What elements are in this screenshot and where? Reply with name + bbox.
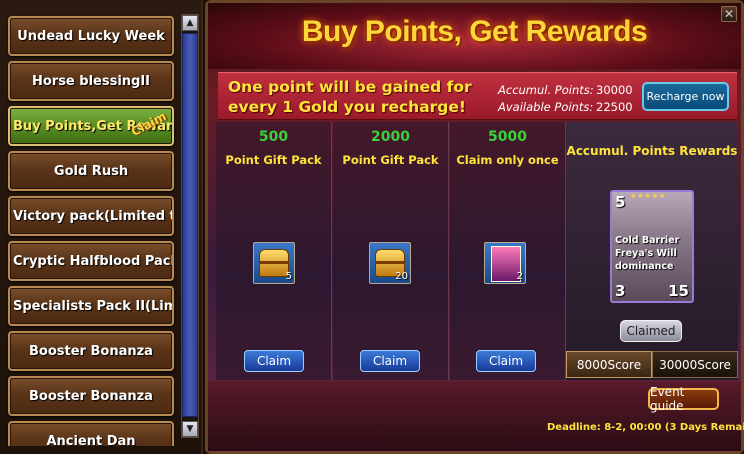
sidebar-item-label: Undead Lucky Week (17, 28, 165, 44)
accumul-value: 30000 (596, 83, 633, 97)
info-text: One point will be gained for every 1 Gol… (228, 77, 498, 117)
available-points: Available Points: 22500 (498, 100, 633, 114)
title-banner: Buy Points, Get Rewards ✕ (208, 3, 741, 69)
panel-footer: Event guide Deadline: 8-2, 00:00 (3 Days… (208, 381, 744, 451)
sidebar-item-label: Victory pack(Limited ti... (13, 208, 172, 224)
reward-label: Point Gift Pack (342, 153, 439, 167)
card-icon[interactable]: 2 (484, 242, 526, 284)
sidebar-item-label: Cryptic Halfblood Pack... (13, 253, 172, 269)
event-list: Undead Lucky Week Horse blessingII Buy P… (6, 14, 176, 446)
treasure-chest-icon (259, 249, 289, 277)
deadline-text: Deadline: 8-2, 00:00 (3 Days Remaining (547, 422, 744, 433)
sidebar-item-gold-rush[interactable]: Gold Rush (8, 151, 174, 191)
available-value: 22500 (596, 100, 633, 114)
reward-column: 500 Point Gift Pack 5 Claim (216, 122, 332, 380)
card-name-line: dominance (615, 261, 674, 272)
chest-icon[interactable]: 5 (253, 242, 295, 284)
event-panel: Buy Points, Get Rewards ✕ One point will… (205, 0, 744, 454)
hero-card[interactable]: ★★★★★ 5 Cold Barrier Freya's Will domina… (610, 190, 694, 303)
available-label: Available Points: (498, 100, 594, 114)
reward-score: 2000 (371, 129, 410, 145)
sidebar-item-label: Horse blessingII (31, 73, 151, 89)
tab-8000-score[interactable]: 8000Score (566, 351, 652, 378)
claim-button[interactable]: Claim (244, 350, 304, 372)
accumul-rewards-panel: Accumul. Points Rewards ★★★★★ 5 Cold Bar… (566, 122, 738, 380)
info-line-1: One point will be gained for (228, 78, 472, 96)
close-icon[interactable]: ✕ (721, 6, 737, 22)
card-name: Cold Barrier Freya's Will dominance (615, 234, 679, 273)
sidebar-item-buy-points[interactable]: Buy Points,Get Rewards Claim (8, 106, 174, 146)
sidebar-item-label: Booster Bonanza (29, 388, 153, 404)
sidebar-item-ancient-dan[interactable]: Ancient Dan (8, 421, 174, 446)
claimed-button[interactable]: Claimed (620, 320, 682, 342)
sidebar-item-label: Gold Rush (53, 163, 129, 179)
accumul-points: Accumul. Points: 30000 (498, 83, 633, 97)
sidebar-item-booster-bonanza-2[interactable]: Booster Bonanza (8, 376, 174, 416)
reward-label: Claim only once (456, 153, 559, 167)
card-attack: 3 (615, 282, 626, 300)
sidebar-item-cryptic-halfblood[interactable]: Cryptic Halfblood Pack... (8, 241, 174, 281)
down-arrow-icon[interactable]: ▼ (182, 421, 198, 437)
reward-column: 5000 Claim only once 2 Claim (450, 122, 566, 380)
card-name-line: Cold Barrier (615, 235, 680, 246)
claim-button[interactable]: Claim (360, 350, 420, 372)
sidebar-item-label: Specialists Pack II(Limi... (13, 298, 172, 314)
tab-30000-score[interactable]: 30000Score (652, 351, 738, 378)
claim-button[interactable]: Claim (476, 350, 536, 372)
card-name-line: Freya's Will (615, 248, 677, 259)
event-guide-button[interactable]: Event guide (648, 385, 719, 413)
sidebar-scrollbar[interactable]: ▲ ▼ (181, 14, 199, 438)
sidebar-item-horse-blessing[interactable]: Horse blessingII (8, 61, 174, 101)
reward-score: 5000 (488, 129, 527, 145)
sidebar-item-label: Booster Bonanza (29, 343, 153, 359)
reward-score: 500 (258, 129, 289, 145)
scroll-thumb[interactable] (182, 33, 198, 417)
sidebar-item-booster-bonanza-1[interactable]: Booster Bonanza (8, 331, 174, 371)
score-tabs: 8000Score 30000Score (566, 351, 738, 378)
accumul-rewards-title: Accumul. Points Rewards (566, 144, 738, 158)
claim-badge: Claim (129, 108, 170, 140)
info-bar: One point will be gained for every 1 Gol… (218, 72, 737, 120)
up-arrow-icon[interactable]: ▲ (182, 15, 198, 31)
sidebar-item-victory-pack[interactable]: Victory pack(Limited ti... (8, 196, 174, 236)
item-count: 20 (395, 271, 408, 282)
accumul-label: Accumul. Points: (498, 83, 594, 97)
star-rating-icon: ★★★★★ (630, 192, 667, 200)
page-title: Buy Points, Get Rewards (301, 15, 648, 48)
reward-label: Point Gift Pack (225, 153, 322, 167)
chest-icon[interactable]: 20 (369, 242, 411, 284)
event-sidebar: Undead Lucky Week Horse blessingII Buy P… (0, 0, 203, 454)
sidebar-item-undead-lucky-week[interactable]: Undead Lucky Week (8, 16, 174, 56)
item-count: 2 (516, 271, 523, 282)
recharge-button[interactable]: Recharge now (642, 82, 729, 111)
sidebar-item-label: Ancient Dan (46, 433, 136, 447)
card-cost: 5 (615, 193, 626, 211)
sidebar-item-specialists-pack[interactable]: Specialists Pack II(Limi... (8, 286, 174, 326)
item-count: 5 (285, 271, 292, 282)
reward-column: 2000 Point Gift Pack 20 Claim (333, 122, 449, 380)
info-line-2: every 1 Gold you recharge! (228, 98, 466, 116)
card-health: 15 (668, 282, 689, 300)
